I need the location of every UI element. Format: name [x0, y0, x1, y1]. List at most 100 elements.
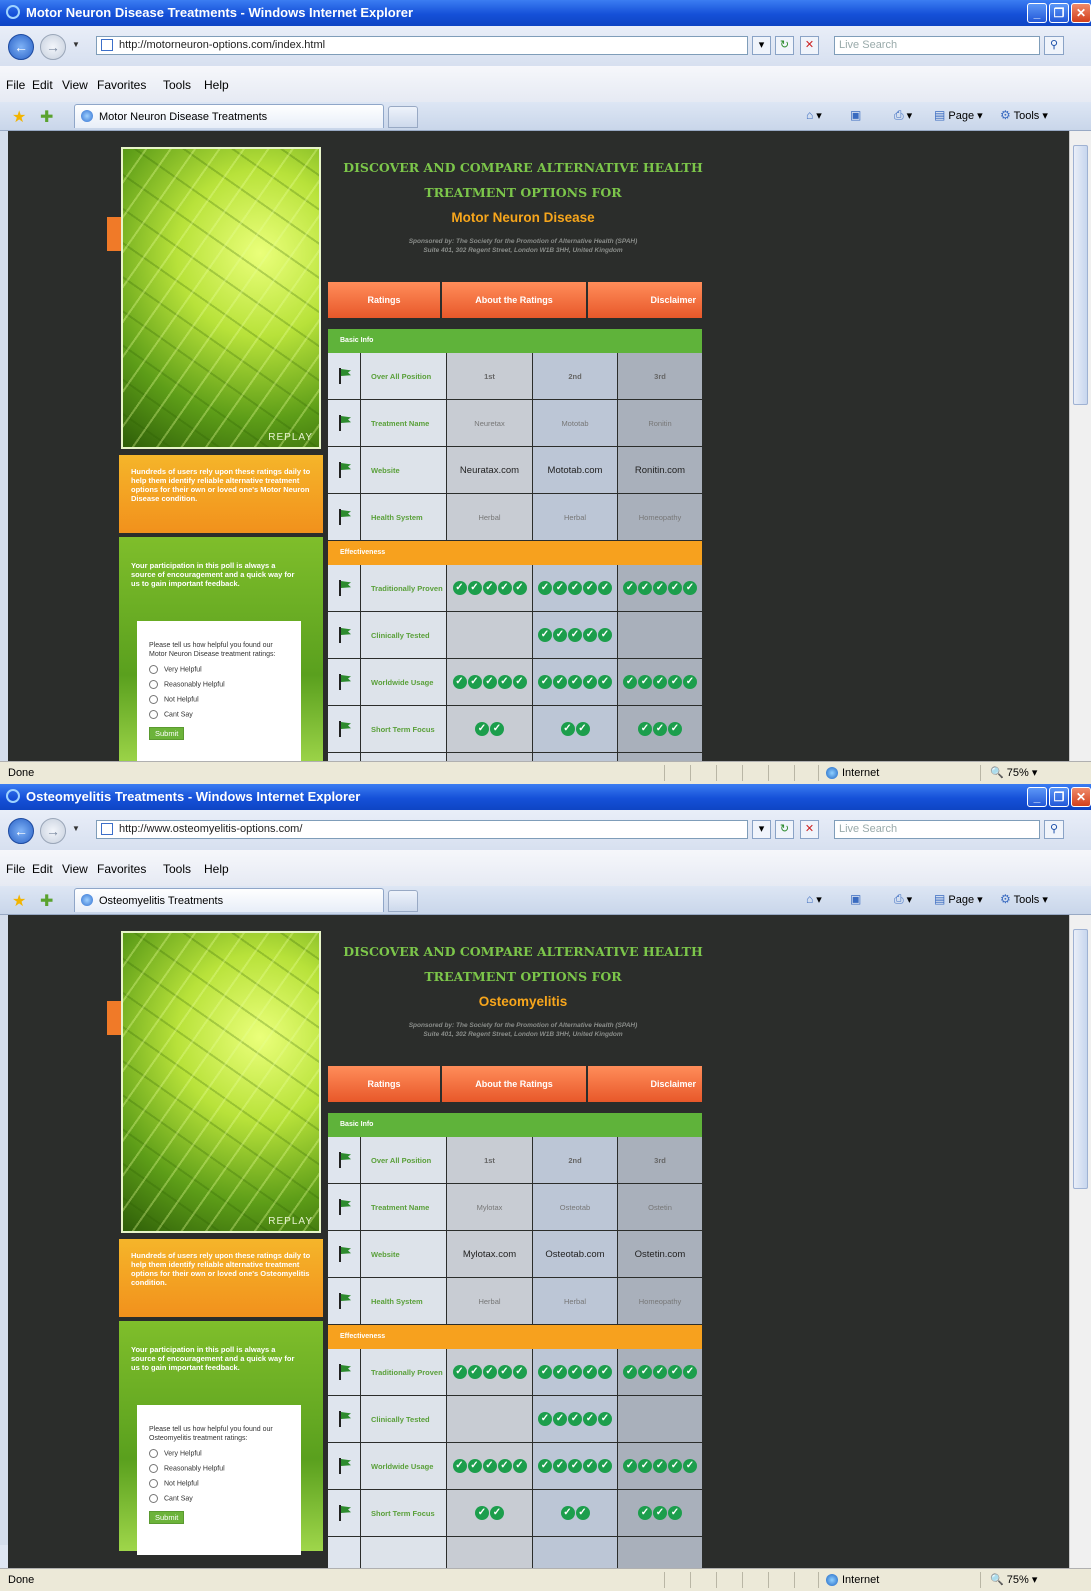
- history-dropdown-icon[interactable]: ▼: [72, 824, 80, 833]
- menu-tools[interactable]: Tools: [163, 862, 191, 876]
- tab-active[interactable]: Motor Neuron Disease Treatments: [74, 104, 384, 128]
- radio-not-helpful[interactable]: [149, 695, 158, 704]
- back-button[interactable]: ←: [8, 34, 34, 60]
- nav-ratings[interactable]: Ratings: [328, 282, 440, 318]
- search-input[interactable]: Live Search: [834, 820, 1040, 839]
- radio-cant-say[interactable]: [149, 1494, 158, 1503]
- check-icon: ✓: [475, 722, 489, 736]
- feeds-icon[interactable]: ▣: [850, 108, 861, 122]
- poll-option[interactable]: Very Helpful: [149, 665, 301, 680]
- close-button[interactable]: ✕: [1071, 3, 1091, 23]
- refresh-button[interactable]: ↻: [775, 820, 794, 839]
- check-icon: ✓: [452, 1459, 467, 1473]
- website-link[interactable]: Ronitin.com: [618, 447, 702, 493]
- check-icon: ✓: [653, 1459, 667, 1473]
- favorites-star-icon[interactable]: ★: [12, 891, 26, 911]
- tools-menu[interactable]: ⚙ Tools ▾: [1000, 108, 1048, 122]
- radio-very-helpful[interactable]: [149, 1449, 158, 1458]
- poll-option[interactable]: Very Helpful: [149, 1449, 301, 1464]
- poll-option[interactable]: Cant Say: [149, 1494, 301, 1509]
- search-icon[interactable]: ⚲: [1044, 820, 1064, 839]
- radio-very-helpful[interactable]: [149, 665, 158, 674]
- submit-button[interactable]: Submit: [149, 727, 185, 740]
- new-tab-button[interactable]: [388, 106, 418, 128]
- restore-button[interactable]: ❐: [1049, 3, 1069, 23]
- vertical-scrollbar[interactable]: [1069, 131, 1091, 761]
- menu-help[interactable]: Help: [204, 78, 229, 92]
- favorites-star-icon[interactable]: ★: [12, 107, 26, 127]
- website-link[interactable]: Mylotax.com: [447, 1231, 533, 1277]
- url-dropdown-button[interactable]: ▾: [752, 36, 771, 55]
- menu-help[interactable]: Help: [204, 862, 229, 876]
- scrollbar-thumb[interactable]: [1073, 145, 1088, 405]
- menu-edit[interactable]: Edit: [32, 862, 53, 876]
- page-menu[interactable]: ▤ Page ▾: [934, 892, 983, 906]
- nav-ratings[interactable]: Ratings: [328, 1066, 440, 1102]
- new-tab-button[interactable]: [388, 890, 418, 912]
- nav-disclaimer[interactable]: Disclaimer: [588, 282, 702, 318]
- menu-tools[interactable]: Tools: [163, 78, 191, 92]
- radio-reasonably-helpful[interactable]: [149, 680, 158, 689]
- poll-option[interactable]: Cant Say: [149, 710, 301, 725]
- home-icon[interactable]: ⌂ ▾: [806, 108, 822, 122]
- poll-option[interactable]: Not Helpful: [149, 1479, 301, 1494]
- back-button[interactable]: ←: [8, 818, 34, 844]
- minimize-button[interactable]: _: [1027, 787, 1047, 807]
- tab-active[interactable]: Osteomyelitis Treatments: [74, 888, 384, 912]
- menu-view[interactable]: View: [62, 78, 88, 92]
- tools-menu[interactable]: ⚙ Tools ▾: [1000, 892, 1048, 906]
- website-link[interactable]: Ostetin.com: [618, 1231, 702, 1277]
- zoom-level[interactable]: 🔍 75% ▾: [990, 762, 1037, 784]
- security-zone[interactable]: Internet: [826, 1569, 879, 1591]
- cell: Ronitin: [618, 400, 702, 446]
- url-dropdown-button[interactable]: ▾: [752, 820, 771, 839]
- restore-button[interactable]: ❐: [1049, 787, 1069, 807]
- add-favorites-icon[interactable]: ✚: [40, 891, 53, 911]
- stop-button[interactable]: ✕: [800, 36, 819, 55]
- search-input[interactable]: Live Search: [834, 36, 1040, 55]
- feeds-icon[interactable]: ▣: [850, 892, 861, 906]
- history-dropdown-icon[interactable]: ▼: [72, 40, 80, 49]
- website-link[interactable]: Mototab.com: [533, 447, 618, 493]
- menu-favorites[interactable]: Favorites: [97, 78, 146, 92]
- minimize-button[interactable]: _: [1027, 3, 1047, 23]
- url-field[interactable]: http://motorneuron-options.com/index.htm…: [96, 36, 748, 55]
- home-icon[interactable]: ⌂ ▾: [806, 892, 822, 906]
- menu-favorites[interactable]: Favorites: [97, 862, 146, 876]
- stop-button[interactable]: ✕: [800, 820, 819, 839]
- vertical-scrollbar[interactable]: [1069, 915, 1091, 1568]
- page-menu[interactable]: ▤ Page ▾: [934, 108, 983, 122]
- menu-file[interactable]: File: [6, 862, 25, 876]
- replay-link[interactable]: REPLAY: [268, 432, 313, 443]
- submit-button[interactable]: Submit: [149, 1511, 185, 1524]
- print-icon[interactable]: ⎙ ▾: [894, 108, 912, 123]
- replay-link[interactable]: REPLAY: [268, 1216, 313, 1227]
- security-zone[interactable]: Internet: [826, 762, 879, 784]
- poll-option[interactable]: Reasonably Helpful: [149, 680, 301, 695]
- menu-view[interactable]: View: [62, 862, 88, 876]
- nav-disclaimer[interactable]: Disclaimer: [588, 1066, 702, 1102]
- add-favorites-icon[interactable]: ✚: [40, 107, 53, 127]
- poll-option[interactable]: Reasonably Helpful: [149, 1464, 301, 1479]
- refresh-button[interactable]: ↻: [775, 36, 794, 55]
- check-icon: ✓: [598, 581, 612, 595]
- menu-file[interactable]: File: [6, 78, 25, 92]
- menu-edit[interactable]: Edit: [32, 78, 53, 92]
- forward-button[interactable]: →: [40, 34, 66, 60]
- website-link[interactable]: Neuratax.com: [447, 447, 533, 493]
- nav-about-ratings[interactable]: About the Ratings: [442, 1066, 586, 1102]
- radio-not-helpful[interactable]: [149, 1479, 158, 1488]
- url-field[interactable]: http://www.osteomyelitis-options.com/: [96, 820, 748, 839]
- search-icon[interactable]: ⚲: [1044, 36, 1064, 55]
- close-button[interactable]: ✕: [1071, 787, 1091, 807]
- forward-button[interactable]: →: [40, 818, 66, 844]
- zoom-level[interactable]: 🔍 75% ▾: [990, 1569, 1037, 1591]
- scrollbar-thumb[interactable]: [1073, 929, 1088, 1189]
- radio-cant-say[interactable]: [149, 710, 158, 719]
- poll-option[interactable]: Not Helpful: [149, 695, 301, 710]
- website-link[interactable]: Osteotab.com: [533, 1231, 618, 1277]
- print-icon[interactable]: ⎙ ▾: [894, 892, 912, 907]
- radio-reasonably-helpful[interactable]: [149, 1464, 158, 1473]
- check-icon: ✓: [623, 581, 637, 595]
- nav-about-ratings[interactable]: About the Ratings: [442, 282, 586, 318]
